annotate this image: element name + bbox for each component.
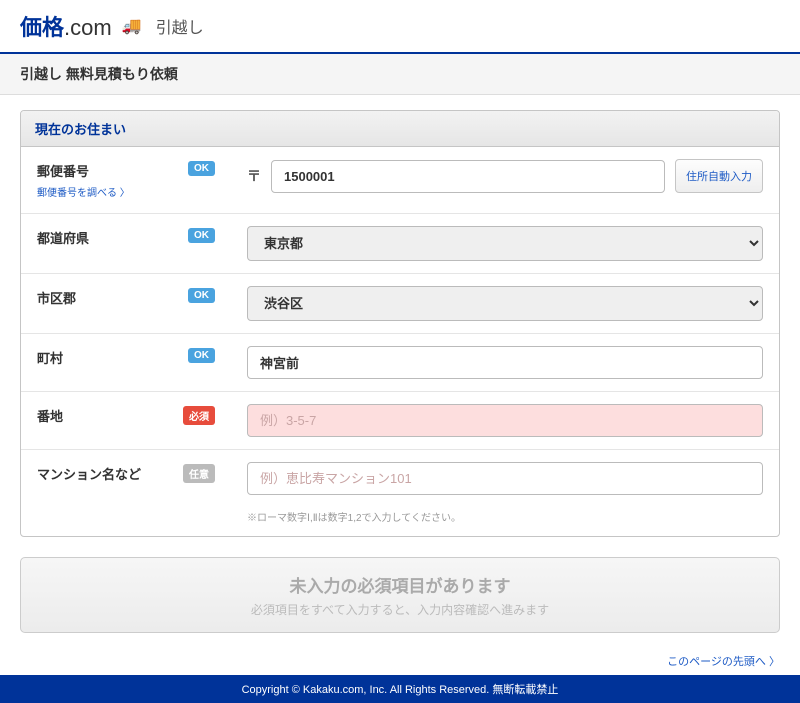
logo-blue: 価格 xyxy=(20,15,64,40)
row-postal: 郵便番号 郵便番号を調べる 〉 OK 〒 住所自動入力 xyxy=(21,147,779,214)
input-cell-prefecture: 東京都 xyxy=(231,214,779,273)
label-cell-city: 市区郡 OK xyxy=(21,274,231,321)
label-cell-prefecture: 都道府県 OK xyxy=(21,214,231,261)
building-badge: 任意 xyxy=(183,464,215,483)
postal-input[interactable] xyxy=(271,160,665,193)
service-name: 引越し xyxy=(156,14,204,38)
input-cell-postal: 〒 住所自動入力 xyxy=(231,147,779,205)
label-cell-postal: 郵便番号 郵便番号を調べる 〉 OK xyxy=(21,147,231,213)
row-town: 町村 OK xyxy=(21,334,779,392)
row-city: 市区郡 OK 渋谷区 xyxy=(21,274,779,334)
submit-sub-text: 必須項目をすべて入力すると、入力内容確認へ進みます xyxy=(35,601,765,618)
page-title: 引越し 無料見積もり依頼 xyxy=(0,52,800,95)
city-label: 市区郡 xyxy=(37,288,76,307)
input-cell-town xyxy=(231,334,779,391)
street-label: 番地 xyxy=(37,406,63,425)
building-note: ※ローマ数字Ⅰ,Ⅱは数字1,2で入力してください。 xyxy=(247,509,763,524)
row-building: マンション名など 任意 ※ローマ数字Ⅰ,Ⅱは数字1,2で入力してください。 xyxy=(21,450,779,536)
label-cell-town: 町村 OK xyxy=(21,334,231,381)
input-cell-street xyxy=(231,392,779,449)
prefecture-label: 都道府県 xyxy=(37,228,89,247)
submit-area: 未入力の必須項目があります 必須項目をすべて入力すると、入力内容確認へ進みます xyxy=(20,557,780,633)
back-to-top-link[interactable]: このページの先頭へ 〉 xyxy=(20,653,780,669)
header: 価格.com 🚚 引越し xyxy=(0,0,800,52)
address-panel: 現在のお住まい 郵便番号 郵便番号を調べる 〉 OK 〒 住所自動入力 都道府県… xyxy=(20,110,780,537)
town-input[interactable] xyxy=(247,346,763,379)
town-label: 町村 xyxy=(37,348,63,367)
building-label: マンション名など xyxy=(37,464,141,483)
town-badge: OK xyxy=(188,348,215,363)
label-cell-street: 番地 必須 xyxy=(21,392,231,439)
prefecture-select[interactable]: 東京都 xyxy=(247,226,763,261)
city-badge: OK xyxy=(188,288,215,303)
postal-badge: OK xyxy=(188,161,215,176)
submit-button: 未入力の必須項目があります 必須項目をすべて入力すると、入力内容確認へ進みます xyxy=(20,557,780,633)
logo-com: .com xyxy=(64,15,112,40)
truck-icon: 🚚 xyxy=(122,16,142,36)
input-cell-building: ※ローマ数字Ⅰ,Ⅱは数字1,2で入力してください。 xyxy=(231,450,779,536)
site-logo[interactable]: 価格.com xyxy=(20,10,112,42)
postal-lookup-link[interactable]: 郵便番号を調べる 〉 xyxy=(37,184,130,199)
auto-fill-button[interactable]: 住所自動入力 xyxy=(675,159,763,193)
row-prefecture: 都道府県 OK 東京都 xyxy=(21,214,779,274)
prefecture-badge: OK xyxy=(188,228,215,243)
label-cell-building: マンション名など 任意 xyxy=(21,450,231,497)
street-badge: 必須 xyxy=(183,406,215,425)
row-street: 番地 必須 xyxy=(21,392,779,450)
city-select[interactable]: 渋谷区 xyxy=(247,286,763,321)
postal-mark-icon: 〒 xyxy=(247,166,261,186)
input-cell-city: 渋谷区 xyxy=(231,274,779,333)
building-input[interactable] xyxy=(247,462,763,495)
street-input[interactable] xyxy=(247,404,763,437)
postal-label: 郵便番号 xyxy=(37,161,130,180)
panel-header: 現在のお住まい xyxy=(21,111,779,147)
footer: Copyright © Kakaku.com, Inc. All Rights … xyxy=(0,675,800,703)
submit-main-text: 未入力の必須項目があります xyxy=(35,572,765,597)
